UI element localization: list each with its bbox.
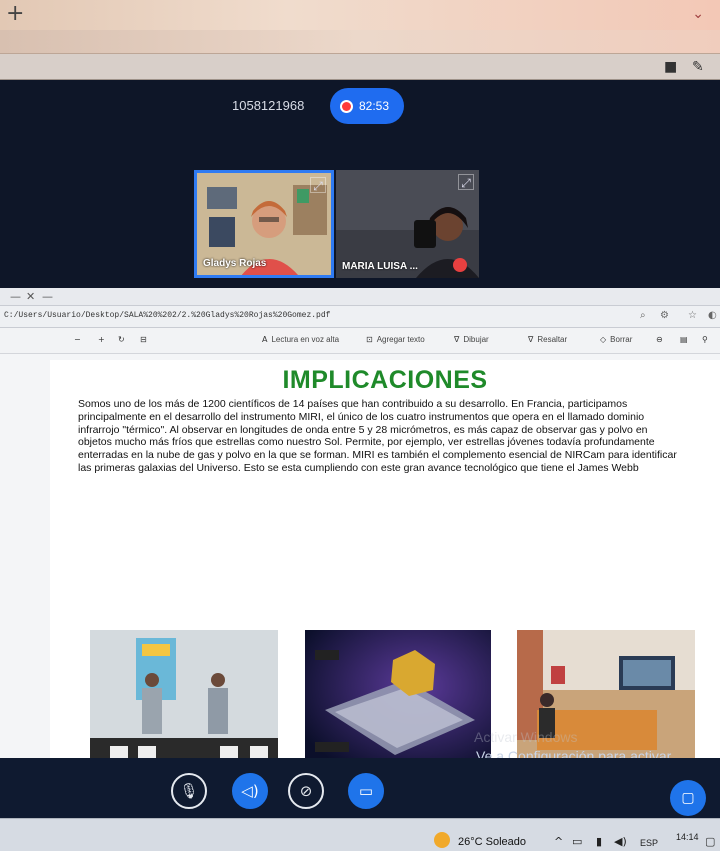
- mic-off-icon: 🎙︎: [179, 782, 199, 800]
- volume-icon[interactable]: ◀): [614, 835, 627, 848]
- speaker-icon: ◁): [241, 782, 259, 800]
- participant-name: Gladys Rojas: [203, 258, 267, 269]
- audio-button[interactable]: ◁): [232, 773, 268, 809]
- menu-icon[interactable]: —: [10, 290, 21, 303]
- highlight-button[interactable]: ∇ Resaltar: [528, 335, 567, 344]
- pin-icon[interactable]: ⚲: [702, 335, 712, 344]
- camera-off-icon: ⊘: [299, 782, 313, 800]
- edit-icon[interactable]: ✎: [692, 59, 704, 75]
- erase-button[interactable]: ◇ Borrar: [600, 335, 632, 344]
- print-icon[interactable]: ⊖: [656, 335, 667, 344]
- rotate-icon[interactable]: ↻: [118, 335, 129, 344]
- chevron-up-icon[interactable]: ^: [554, 835, 563, 848]
- shared-document-window: — ✕ — C:/Users/Usuario/Desktop/SALA%20%2…: [0, 288, 720, 782]
- browser-tab-bar: + ⌄: [0, 0, 720, 30]
- add-text-button[interactable]: ⊡ Agregar texto: [366, 335, 425, 344]
- photo-james-webb-telescope: [305, 630, 491, 770]
- doc-titlebar: — ✕ —: [0, 288, 720, 306]
- participant-name: MARIA LUISA ...: [342, 261, 418, 272]
- fit-page-icon[interactable]: ⊟: [140, 335, 151, 344]
- pdf-page: IMPLICACIONES Somos uno de los más de 12…: [50, 360, 720, 782]
- muted-mic-icon: [453, 258, 467, 272]
- participant-tile-gladys[interactable]: ⤢ Gladys Rojas: [194, 170, 334, 278]
- pdf-toolbar: − + ↻ ⊟ A Lectura en voz alta ⊡ Agregar te…: [0, 328, 720, 354]
- save-icon[interactable]: ▤: [680, 335, 692, 344]
- expand-icon[interactable]: ⤢: [310, 177, 326, 193]
- activate-windows-title: Activar Windows: [474, 729, 578, 745]
- notification-icon[interactable]: ▢: [705, 835, 715, 848]
- chat-button[interactable]: ▢: [670, 780, 706, 816]
- read-aloud-icon: A: [262, 335, 268, 344]
- page-paragraph: Somos uno de los más de 1200 científicos…: [78, 398, 677, 474]
- share-screen-button[interactable]: ▭: [348, 773, 384, 809]
- recording-time: 82:53: [359, 99, 390, 113]
- read-aloud-button[interactable]: A Lectura en voz alta: [262, 335, 339, 344]
- minus-icon[interactable]: −: [74, 335, 85, 344]
- eraser-icon: ◇: [600, 335, 607, 344]
- plus-icon[interactable]: +: [98, 335, 109, 344]
- camera-off-button[interactable]: ⊘: [288, 773, 324, 809]
- system-clock[interactable]: 14:14: [676, 832, 699, 843]
- draw-button[interactable]: ∇ Dibujar: [454, 335, 489, 344]
- battery-icon[interactable]: ▮: [596, 835, 602, 848]
- recording-indicator[interactable]: 82:53: [330, 88, 404, 124]
- chat-icon: ▢: [681, 790, 695, 806]
- expand-icon[interactable]: ⤢: [458, 174, 474, 190]
- favorite-icon[interactable]: ☆: [688, 310, 697, 321]
- camera-icon[interactable]: ■: [664, 59, 677, 75]
- record-dot-icon: [342, 101, 351, 111]
- windows-taskbar: [0, 818, 720, 851]
- participant-tile-maria[interactable]: ⤢ MARIA LUISA ...: [336, 170, 479, 278]
- language-indicator[interactable]: ESP: [640, 838, 658, 848]
- draw-icon: ∇: [454, 335, 460, 344]
- new-tab-icon[interactable]: +: [6, 1, 24, 26]
- network-icon[interactable]: ▭: [572, 835, 582, 848]
- settings-icon[interactable]: ⚙: [660, 310, 669, 321]
- chevron-down-icon[interactable]: ⌄: [692, 6, 704, 22]
- sun-icon[interactable]: [434, 832, 450, 848]
- weather-widget[interactable]: 26°C Soleado: [458, 836, 526, 848]
- screen-share-icon: ▭: [358, 782, 374, 800]
- extensions-icon[interactable]: ◐: [708, 310, 717, 321]
- file-path: C:/Users/Usuario/Desktop/SALA%20%202/2.%…: [4, 311, 331, 320]
- close-icon[interactable]: ✕: [26, 290, 35, 303]
- highlight-icon: ∇: [528, 335, 534, 344]
- text-box-icon: ⊡: [366, 335, 373, 344]
- address-bar[interactable]: C:/Users/Usuario/Desktop/SALA%20%202/2.%…: [0, 306, 720, 328]
- mute-microphone-button[interactable]: 🎙︎: [171, 773, 207, 809]
- browser-bookmark-bar: ■ ✎: [0, 54, 720, 80]
- screen: + ⌄ ■ ✎ 1058121968 82:53 ⤢ Gladys Rojas: [0, 0, 720, 851]
- browser-toolbar: [0, 30, 720, 54]
- zoom-icon[interactable]: ⌕: [640, 310, 646, 321]
- meeting-id: 1058121968: [232, 98, 305, 113]
- page-title: IMPLICACIONES: [282, 366, 488, 394]
- minimize-icon[interactable]: —: [42, 290, 53, 303]
